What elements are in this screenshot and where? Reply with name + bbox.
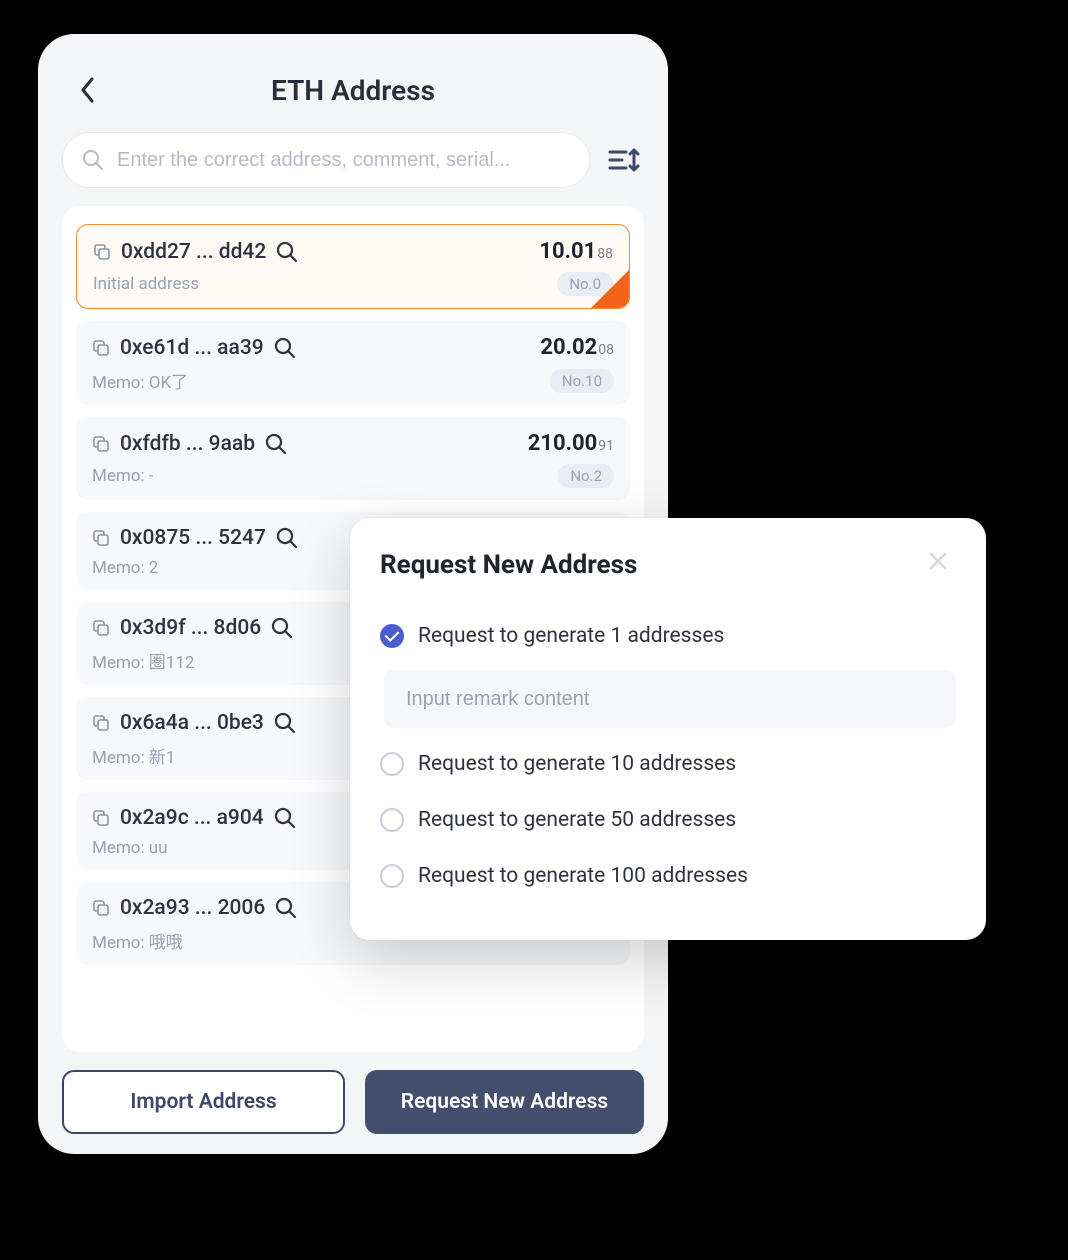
magnify-icon <box>276 241 298 263</box>
option-label: Request to generate 1 addresses <box>418 624 724 648</box>
option-label: Request to generate 10 addresses <box>418 752 736 776</box>
address-card[interactable]: 0xdd27 ... dd42 10.0188 Initial address No.… <box>76 224 630 309</box>
number-badge: No.10 <box>550 369 614 393</box>
sort-icon <box>608 146 640 174</box>
copy-button[interactable] <box>92 899 110 917</box>
copy-icon <box>93 243 111 261</box>
copy-button[interactable] <box>92 714 110 732</box>
balance: 210.0091 <box>528 431 614 456</box>
memo-text: Initial address <box>93 274 199 294</box>
request-modal: Request New Address Request to generate … <box>350 518 986 940</box>
view-button[interactable] <box>265 433 287 455</box>
radio[interactable] <box>380 752 404 776</box>
address-card[interactable]: 0xe61d ... aa39 20.0208 Memo: OK了 No.10 <box>76 321 630 405</box>
modal-options: Request to generate 1 addresses Request t… <box>380 608 956 904</box>
copy-icon <box>92 809 110 827</box>
import-address-button[interactable]: Import Address <box>62 1070 345 1134</box>
page-title: ETH Address <box>271 74 435 107</box>
view-button[interactable] <box>275 897 297 919</box>
magnify-icon <box>274 807 296 829</box>
radio[interactable] <box>380 624 404 648</box>
option-label: Request to generate 50 addresses <box>418 808 736 832</box>
search-icon <box>81 148 105 172</box>
copy-icon <box>92 435 110 453</box>
copy-icon <box>92 529 110 547</box>
memo-text: Memo: 2 <box>92 558 158 578</box>
magnify-icon <box>274 712 296 734</box>
footer-buttons: Import Address Request New Address <box>62 1070 644 1134</box>
radio[interactable] <box>380 808 404 832</box>
view-button[interactable] <box>274 712 296 734</box>
copy-icon <box>92 714 110 732</box>
address-card[interactable]: 0xfdfb ... 9aab 210.0091 Memo: - No.2 <box>76 417 630 500</box>
address-text: 0xdd27 ... dd42 <box>121 240 529 264</box>
magnify-icon <box>265 433 287 455</box>
magnify-icon <box>274 337 296 359</box>
memo-text: Memo: 圈112 <box>92 648 194 673</box>
copy-button[interactable] <box>92 809 110 827</box>
view-button[interactable] <box>276 241 298 263</box>
option-row[interactable]: Request to generate 100 addresses <box>380 848 956 904</box>
close-icon <box>928 551 948 571</box>
copy-button[interactable] <box>92 435 110 453</box>
view-button[interactable] <box>271 617 293 639</box>
magnify-icon <box>271 617 293 639</box>
view-button[interactable] <box>274 337 296 359</box>
header: ETH Address <box>62 58 644 122</box>
radio[interactable] <box>380 864 404 888</box>
magnify-icon <box>276 527 298 549</box>
copy-icon <box>92 619 110 637</box>
memo-text: Memo: 新1 <box>92 743 175 768</box>
option-row[interactable]: Request to generate 50 addresses <box>380 792 956 848</box>
address-text: 0xfdfb ... 9aab <box>120 432 518 456</box>
copy-button[interactable] <box>93 243 111 261</box>
close-button[interactable] <box>928 551 956 579</box>
view-button[interactable] <box>276 527 298 549</box>
magnify-icon <box>275 897 297 919</box>
view-button[interactable] <box>274 807 296 829</box>
copy-button[interactable] <box>92 529 110 547</box>
memo-text: Memo: uu <box>92 838 168 858</box>
chevron-left-icon <box>80 77 96 103</box>
number-badge: No.0 <box>557 272 613 296</box>
copy-icon <box>92 339 110 357</box>
copy-button[interactable] <box>92 339 110 357</box>
option-label: Request to generate 100 addresses <box>418 864 748 888</box>
search-input[interactable] <box>117 149 571 172</box>
option-row[interactable]: Request to generate 1 addresses <box>380 608 956 664</box>
modal-title: Request New Address <box>380 550 637 580</box>
sort-button[interactable] <box>604 140 644 180</box>
balance: 20.0208 <box>540 335 614 360</box>
request-new-address-button[interactable]: Request New Address <box>365 1070 644 1134</box>
copy-icon <box>92 899 110 917</box>
address-text: 0xe61d ... aa39 <box>120 336 530 360</box>
memo-text: Memo: OK了 <box>92 368 188 393</box>
balance: 10.0188 <box>539 239 613 264</box>
option-row[interactable]: Request to generate 10 addresses <box>380 736 956 792</box>
memo-text: Memo: - <box>92 466 154 486</box>
search-box[interactable] <box>62 132 590 188</box>
memo-text: Memo: 哦哦 <box>92 928 183 953</box>
remark-input[interactable] <box>384 670 956 728</box>
search-row <box>62 132 644 188</box>
back-button[interactable] <box>72 74 104 106</box>
modal-header: Request New Address <box>380 550 956 580</box>
copy-button[interactable] <box>92 619 110 637</box>
number-badge: No.2 <box>558 464 614 488</box>
